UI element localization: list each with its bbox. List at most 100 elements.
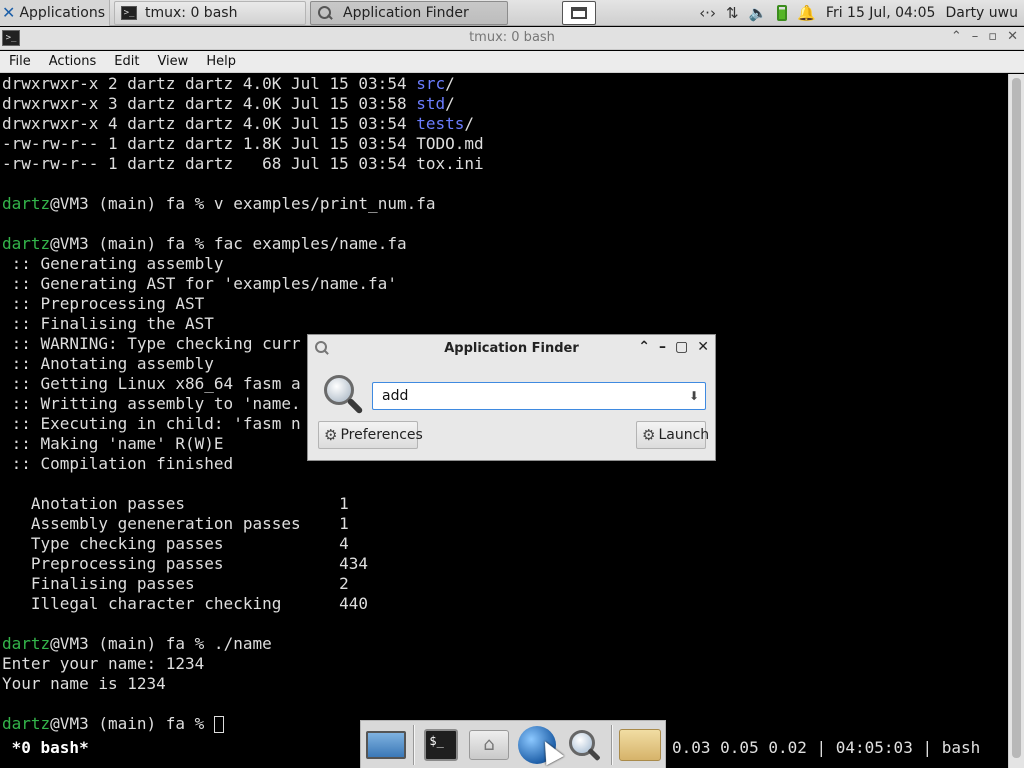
preferences-button[interactable]: ⚙ Preferences: [318, 421, 423, 449]
terminal-line: :: Generating assembly: [2, 254, 1008, 274]
terminal-text: /: [445, 74, 455, 93]
terminal-line: Anotation passes 1: [2, 494, 1008, 514]
terminal-text: Enter your name: 1234: [2, 654, 205, 673]
terminal-text: Type checking passes 4: [2, 534, 349, 553]
shade-icon[interactable]: ⌃: [638, 339, 650, 355]
terminal-text: drwxrwxr-x 2 dartz dartz 4.0K Jul 15 03:…: [2, 74, 417, 93]
terminal-text: :: Executing in child: 'fasm n: [2, 414, 301, 433]
launch-icon: ⚙: [642, 426, 656, 444]
expand-arrow-icon[interactable]: ⬇: [689, 389, 699, 403]
maximize-icon[interactable]: ▫: [988, 29, 997, 44]
terminal-text: dartz: [2, 194, 51, 213]
launch-label: Launch: [658, 427, 710, 443]
preferences-label: Preferences: [340, 427, 423, 443]
applications-menu-button[interactable]: ✕ Applications: [0, 0, 110, 26]
dock-show-desktop[interactable]: [365, 724, 407, 766]
terminal-text: :: Writting assembly to 'name.: [2, 394, 301, 413]
terminal-text: Your name is 1234: [2, 674, 166, 693]
battery-icon[interactable]: [777, 5, 788, 21]
terminal-text: Anotation passes 1: [2, 494, 349, 513]
minimize-icon[interactable]: –: [659, 339, 666, 355]
app-finder-icon: [567, 728, 601, 762]
terminal-line: dartz@VM3 (main) fa % ./name: [2, 634, 1008, 654]
dock-app-finder[interactable]: [563, 724, 605, 766]
terminal-scrollbar[interactable]: [1008, 74, 1024, 768]
terminal-text: dartz: [2, 634, 51, 653]
clock[interactable]: Fri 15 Jul, 04:05: [826, 5, 936, 21]
desktop-icon: [365, 730, 406, 759]
file-manager-icon: [618, 728, 661, 761]
terminal-text: @VM3 (main) fa % ./name: [50, 634, 272, 653]
close-icon[interactable]: ✕: [697, 339, 709, 355]
terminal-text: drwxrwxr-x 4 dartz dartz 4.0K Jul 15 03:…: [2, 114, 417, 133]
application-finder-dialog: Application Finder ⌃ – ▢ ✕ add ⬇ ⚙ Prefe…: [307, 334, 716, 461]
tmux-window-list[interactable]: *0 bash*: [2, 738, 89, 757]
notification-bell-icon[interactable]: 🔔: [797, 4, 816, 22]
window-controls: ⌃ – ▫ ✕: [951, 29, 1018, 44]
terminal-text: :: Preprocessing AST: [2, 294, 205, 313]
terminal-icon: >_: [121, 5, 137, 20]
terminal-line: drwxrwxr-x 4 dartz dartz 4.0K Jul 15 03:…: [2, 114, 1008, 134]
transfer-arrows-icon[interactable]: ⇅: [726, 4, 739, 22]
menu-edit[interactable]: Edit: [105, 54, 148, 69]
dock-home-folder[interactable]: ⌂: [468, 724, 510, 766]
terminal-text: Finalising passes 2: [2, 574, 349, 593]
terminal-line: -rw-rw-r-- 1 dartz dartz 68 Jul 15 03:54…: [2, 154, 1008, 174]
terminal-text: :: Compilation finished: [2, 454, 234, 473]
search-query: add: [382, 388, 409, 404]
terminal-text: -rw-rw-r-- 1 dartz dartz 1.8K Jul 15 03:…: [2, 134, 484, 153]
launch-button[interactable]: ⚙ Launch: [636, 421, 710, 449]
terminal-text: :: Finalising the AST: [2, 314, 214, 333]
dock-terminal[interactable]: $_: [421, 724, 463, 766]
maximize-icon[interactable]: ▢: [675, 339, 688, 355]
terminal-line: drwxrwxr-x 3 dartz dartz 4.0K Jul 15 03:…: [2, 94, 1008, 114]
system-tray: ‹·› ⇅ 🔈 🔔 Fri 15 Jul, 04:05 Darty uwu: [699, 0, 1024, 26]
dialog-titlebar[interactable]: Application Finder ⌃ – ▢ ✕: [308, 335, 715, 363]
terminal-line: Illegal character checking 440: [2, 594, 1008, 614]
workspace-window-icon: [571, 6, 587, 19]
terminal-titlebar[interactable]: >_ tmux: 0 bash ⌃ – ▫ ✕: [0, 27, 1024, 50]
menu-view[interactable]: View: [148, 54, 197, 69]
terminal-text: :: Making 'name' R(W)E: [2, 434, 224, 453]
terminal-line: dartz@VM3 (main) fa % fac examples/name.…: [2, 234, 1008, 254]
terminal-text: -rw-rw-r-- 1 dartz dartz 68 Jul 15 03:54…: [2, 154, 484, 173]
menu-help[interactable]: Help: [197, 54, 245, 69]
terminal-text: :: Anotating assembly: [2, 354, 214, 373]
taskbar-button-terminal[interactable]: >_ tmux: 0 bash: [114, 0, 306, 25]
home-folder-icon: ⌂: [468, 729, 509, 760]
app-search-input[interactable]: add ⬇: [372, 382, 706, 410]
taskbar-button-app-finder[interactable]: Application Finder: [310, 0, 508, 25]
volume-icon[interactable]: 🔈: [749, 4, 768, 22]
scrollbar-thumb[interactable]: [1012, 78, 1021, 758]
terminal-text: Preprocessing passes 434: [2, 554, 369, 573]
network-arrows-icon[interactable]: ‹·›: [699, 4, 716, 22]
terminal-line: Type checking passes 4: [2, 534, 1008, 554]
terminal-text: src: [416, 74, 446, 93]
menu-file[interactable]: File: [0, 54, 40, 69]
shade-icon[interactable]: ⌃: [951, 29, 962, 44]
workspace-switcher[interactable]: [562, 0, 596, 25]
tmux-status-right: 0.03 0.05 0.02 | 04:05:03 | bash: [672, 738, 981, 757]
applications-label: Applications: [19, 4, 105, 21]
terminal-text: dartz: [2, 234, 51, 253]
terminal-line: drwxrwxr-x 2 dartz dartz 4.0K Jul 15 03:…: [2, 74, 1008, 94]
terminal-text: Illegal character checking 440: [2, 594, 369, 613]
terminal-text: :: WARNING: Type checking curr: [2, 334, 301, 353]
menu-actions[interactable]: Actions: [40, 54, 106, 69]
xfce-logo-icon: ✕: [2, 2, 16, 22]
close-icon[interactable]: ✕: [1007, 29, 1018, 44]
magnifier-icon: [322, 373, 366, 417]
taskbar-label: Application Finder: [343, 4, 469, 21]
terminal-line: Preprocessing passes 434: [2, 554, 1008, 574]
user-menu[interactable]: Darty uwu: [945, 5, 1018, 21]
terminal-text: :: Getting Linux x86_64 fasm a: [2, 374, 301, 393]
terminal-line: Your name is 1234: [2, 674, 1008, 694]
dock-file-manager[interactable]: [618, 724, 661, 766]
taskbar-label: tmux: 0 bash: [145, 4, 238, 21]
minimize-icon[interactable]: –: [972, 29, 979, 44]
top-panel: ✕ Applications >_ tmux: 0 bash Applicati…: [0, 0, 1024, 26]
gear-icon: ⚙: [324, 426, 338, 444]
